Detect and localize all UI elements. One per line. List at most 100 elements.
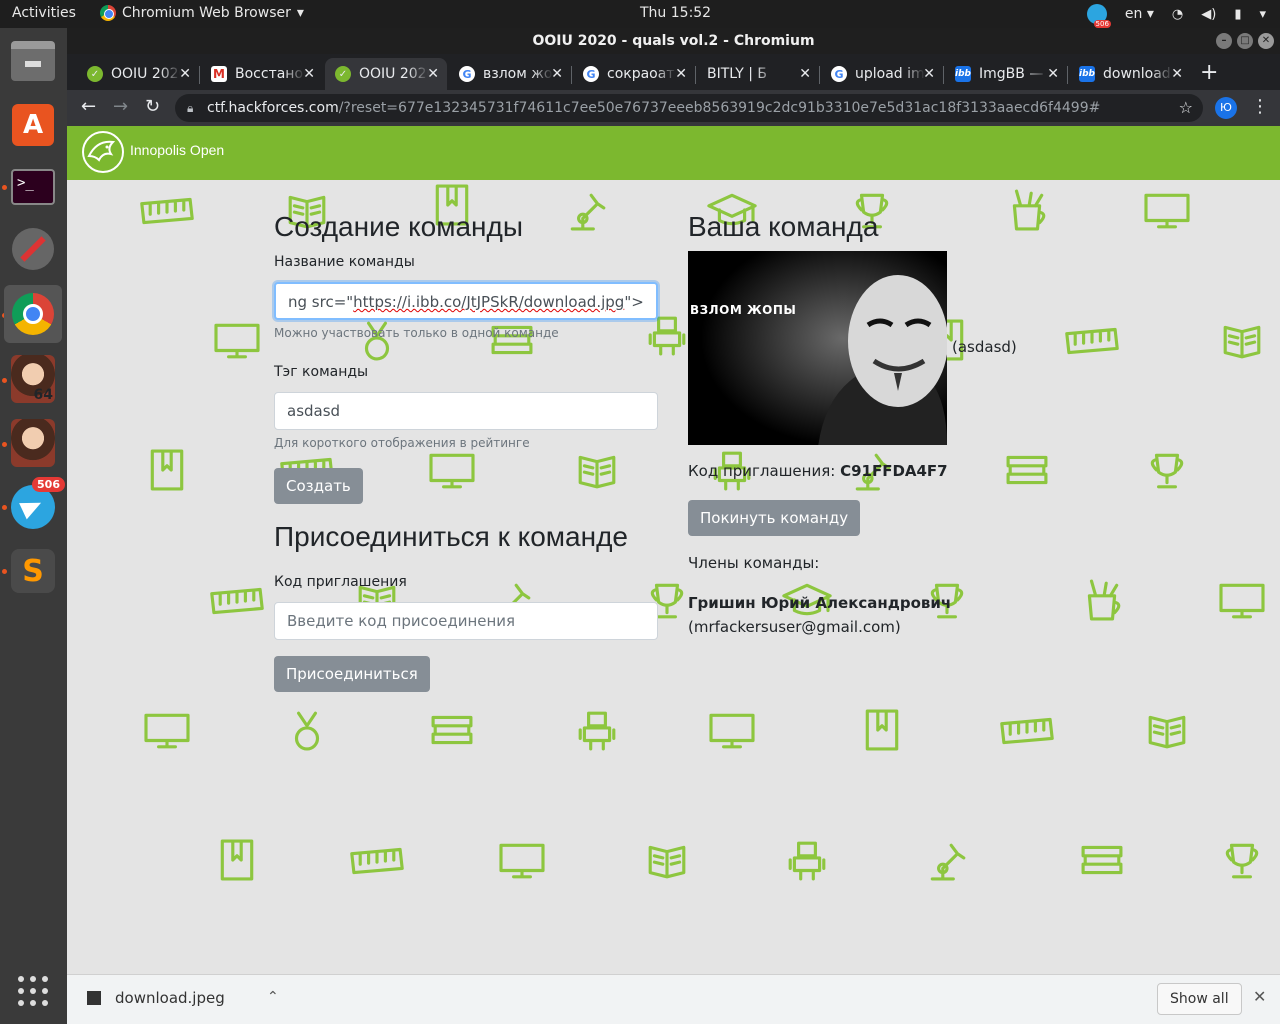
forward-button[interactable]: → bbox=[113, 96, 128, 117]
team-name-label: Название команды bbox=[274, 254, 415, 270]
show-all-downloads-button[interactable]: Show all bbox=[1157, 983, 1242, 1015]
tab-8[interactable]: ibb ImgBB — ✕ bbox=[945, 58, 1067, 90]
minimize-icon[interactable]: – bbox=[1216, 33, 1232, 49]
tab-3[interactable]: ✓ OOIU 2020 ✕ bbox=[325, 58, 447, 90]
portrait-icon: 64 bbox=[11, 355, 55, 403]
tab-5[interactable]: Gсокраоат ✕ bbox=[573, 58, 695, 90]
monitor-pattern-icon bbox=[144, 713, 190, 749]
tab-2[interactable]: M Восстанов ✕ bbox=[201, 58, 323, 90]
download-item[interactable]: download.jpeg bbox=[87, 989, 225, 1007]
dock-app-portrait-1[interactable]: 64 bbox=[4, 350, 62, 408]
app-menu-label: Chromium Web Browser bbox=[122, 5, 291, 21]
site-brand[interactable]: Innopolis Open bbox=[130, 142, 224, 158]
dock-terminal[interactable]: >_ bbox=[4, 158, 62, 216]
team-avatar-image: ВЗЛОМ ЖОПЫ bbox=[688, 251, 947, 445]
tab-title: сокраоат bbox=[607, 66, 675, 82]
download-options-chevron-icon[interactable]: ⌃ bbox=[267, 989, 279, 1005]
background-pattern bbox=[140, 184, 1265, 881]
dock-telegram[interactable]: 506 bbox=[4, 477, 65, 536]
show-applications-button[interactable] bbox=[4, 962, 62, 1020]
telegram-tray-icon[interactable]: 506 bbox=[1086, 4, 1111, 28]
tab-close-icon[interactable]: ✕ bbox=[303, 66, 315, 82]
new-tab-button[interactable]: + bbox=[1200, 60, 1218, 85]
ruler-pattern-icon bbox=[1065, 327, 1119, 355]
tab-6[interactable]: BITLY | Б ✕ bbox=[697, 58, 819, 90]
tab-close-icon[interactable]: ✕ bbox=[551, 66, 563, 82]
clock[interactable]: Thu 15:52 bbox=[640, 5, 711, 21]
cup-pattern-icon bbox=[1012, 189, 1046, 231]
arm-pattern-icon bbox=[570, 193, 606, 231]
books-pattern-icon bbox=[431, 715, 473, 745]
innopolis-logo-icon[interactable] bbox=[81, 130, 125, 174]
tab-separator bbox=[199, 66, 200, 84]
dock-chromium[interactable] bbox=[4, 285, 62, 343]
tab-close-icon[interactable]: ✕ bbox=[923, 66, 935, 82]
cup-pattern-icon bbox=[1087, 579, 1121, 621]
browser-menu-icon[interactable]: ⋮ bbox=[1251, 96, 1269, 117]
join-team-button[interactable]: Присоединиться bbox=[274, 656, 430, 692]
dock-files[interactable] bbox=[4, 32, 62, 90]
system-tray[interactable]: 506 en ▾ ◔ ◀) ▮ ▾ bbox=[1086, 4, 1266, 28]
window-titlebar[interactable]: OOIU 2020 - quals vol.2 - Chromium – □ ✕ bbox=[67, 28, 1280, 54]
tab-close-icon[interactable]: ✕ bbox=[1047, 66, 1059, 82]
chromium-icon bbox=[100, 5, 116, 21]
close-icon[interactable]: ✕ bbox=[1258, 33, 1274, 49]
medal-pattern-icon bbox=[294, 711, 320, 751]
ibb-favicon-icon: ibb bbox=[1079, 66, 1095, 82]
create-team-heading: Создание команды bbox=[274, 211, 523, 242]
tab-close-icon[interactable]: ✕ bbox=[179, 66, 191, 82]
url-host: ctf.hackforces.com bbox=[207, 100, 339, 116]
dock-software[interactable]: A bbox=[4, 96, 62, 154]
google-favicon-icon: G bbox=[459, 66, 475, 82]
tab-separator bbox=[1067, 66, 1068, 84]
robot-pattern-icon bbox=[578, 711, 616, 751]
monitor-pattern-icon bbox=[1144, 193, 1190, 229]
tab-1[interactable]: ✓ OOIU 2020 ✕ bbox=[77, 58, 199, 90]
invite-code-input[interactable]: Введите код присоединения bbox=[274, 602, 658, 640]
profile-avatar[interactable]: Ю bbox=[1215, 97, 1237, 119]
back-button[interactable]: ← bbox=[81, 96, 96, 117]
tab-close-icon[interactable]: ✕ bbox=[427, 66, 439, 82]
tab-title: ImgBB — bbox=[979, 66, 1044, 82]
tab-title: Восстанов bbox=[235, 66, 305, 82]
page-content: Innopolis Open Создание команды Название… bbox=[67, 126, 1280, 974]
language-indicator[interactable]: en ▾ bbox=[1125, 6, 1154, 22]
close-download-bar-icon[interactable]: ✕ bbox=[1253, 987, 1266, 1006]
tab-4[interactable]: Gвзлом жопы✕ bbox=[449, 58, 571, 90]
tab-close-icon[interactable]: ✕ bbox=[799, 66, 811, 82]
tab-7[interactable]: Gupload im ✕ bbox=[821, 58, 943, 90]
address-bar[interactable]: 🔒︎ ctf.hackforces.com/?reset=677e1323457… bbox=[175, 94, 1203, 122]
dock-tools[interactable] bbox=[4, 220, 62, 278]
team-name-input[interactable]: ng src="https://i.ibb.co/JtJPSkR/downloa… bbox=[274, 282, 658, 320]
monitor-pattern-icon bbox=[709, 713, 755, 749]
your-team-heading: Ваша команда bbox=[688, 211, 879, 242]
tab-9[interactable]: ibb download ✕ bbox=[1069, 58, 1191, 90]
download-filename: download.jpeg bbox=[115, 989, 225, 1007]
site-header: Innopolis Open bbox=[67, 126, 1280, 180]
sublime-text-icon: S bbox=[11, 549, 55, 593]
system-menu-chevron-icon[interactable]: ▾ bbox=[1259, 7, 1266, 22]
dock-app-portrait-2[interactable] bbox=[4, 414, 62, 472]
activities-button[interactable]: Activities bbox=[12, 5, 76, 21]
monitor-pattern-icon bbox=[1219, 583, 1265, 619]
wifi-icon: ◔ bbox=[1171, 6, 1184, 22]
ruler-pattern-icon bbox=[350, 847, 404, 875]
tools-icon bbox=[12, 228, 54, 270]
download-bar: download.jpeg ⌃ Show all ✕ bbox=[67, 974, 1280, 1024]
leave-team-button[interactable]: Покинуть команду bbox=[688, 500, 861, 536]
reload-button[interactable]: ↻ bbox=[145, 96, 160, 117]
app-grid-icon bbox=[18, 976, 48, 1006]
lock-icon[interactable]: 🔒︎ bbox=[187, 94, 193, 122]
create-team-button[interactable]: Создать bbox=[274, 468, 363, 504]
app-menu[interactable]: Chromium Web Browser ▾ bbox=[100, 5, 304, 21]
window-title: OOIU 2020 - quals vol.2 - Chromium bbox=[532, 33, 815, 49]
team-tag-input[interactable]: asdasd bbox=[274, 392, 658, 430]
members-label: Члены команды: bbox=[688, 554, 820, 572]
invite-code-display: Код приглашения: C91FFDA4F7 bbox=[688, 462, 948, 480]
bookmark-star-icon[interactable]: ☆ bbox=[1179, 94, 1193, 122]
tab-close-icon[interactable]: ✕ bbox=[675, 66, 687, 82]
dock-sublime[interactable]: S bbox=[4, 542, 62, 600]
tab-close-icon[interactable]: ✕ bbox=[1171, 66, 1183, 82]
maximize-icon[interactable]: □ bbox=[1237, 33, 1253, 49]
book-pattern-icon bbox=[578, 455, 616, 489]
